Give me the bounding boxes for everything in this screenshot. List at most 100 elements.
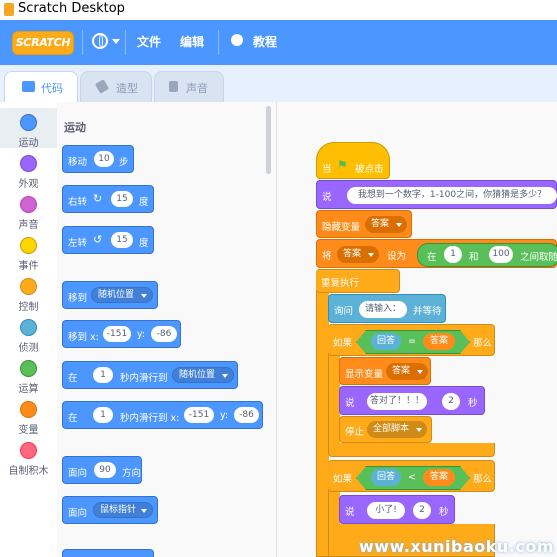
variable-reporter[interactable]: 答案 bbox=[423, 469, 455, 486]
script-ask-and-wait[interactable]: 询问 请输入： 并等待 bbox=[328, 294, 446, 323]
script-if-bottom[interactable] bbox=[328, 443, 495, 457]
script-if-answer-equals[interactable]: 如果 回答 = 答案 那么 bbox=[328, 324, 495, 356]
operator-random[interactable]: 在 1 和 100 之间取随 bbox=[417, 243, 557, 267]
sensing-dot-icon bbox=[20, 319, 37, 336]
answer-reporter[interactable]: 回答 bbox=[371, 333, 401, 350]
towards-dropdown[interactable]: 鼠标指针 bbox=[93, 502, 153, 518]
seconds-input[interactable]: 1 bbox=[93, 367, 113, 383]
category-sensing[interactable]: 侦测 bbox=[0, 313, 57, 354]
block-move-steps[interactable]: 移动 10 步 bbox=[62, 145, 134, 173]
palette-divider bbox=[276, 102, 277, 557]
random-from-input[interactable]: 1 bbox=[444, 246, 462, 263]
block-partial[interactable] bbox=[62, 549, 154, 557]
menu-file[interactable]: 文件 bbox=[137, 33, 161, 50]
window-title: Scratch Desktop bbox=[18, 1, 125, 16]
category-sound[interactable]: 声音 bbox=[0, 190, 57, 231]
script-forever[interactable]: 重复执行 bbox=[316, 269, 400, 293]
variables-dot-icon bbox=[20, 401, 37, 418]
editor-tabs: 代码 造型 声音 bbox=[0, 65, 557, 103]
script-say[interactable]: 说 我想到一个数字，1-100之间，你猜猜是多少？ bbox=[316, 180, 557, 209]
sound-dot-icon bbox=[20, 196, 37, 213]
operator-less-than[interactable]: 回答 < 答案 bbox=[356, 466, 470, 490]
palette-scrollbar[interactable] bbox=[266, 106, 271, 174]
motion-dot-icon bbox=[20, 114, 37, 131]
say-text-input[interactable]: 小了! bbox=[367, 502, 405, 519]
random-to-input[interactable]: 100 bbox=[489, 246, 513, 263]
control-dot-icon bbox=[20, 278, 37, 295]
tab-costumes[interactable]: 造型 bbox=[80, 71, 152, 102]
tab-code[interactable]: 代码 bbox=[4, 71, 78, 103]
block-glide-xy[interactable]: 在 1 秒内滑行到 x: -151 y: -86 bbox=[62, 401, 263, 429]
block-turn-right[interactable]: 右转 ↻ 15 度 bbox=[62, 185, 154, 213]
degrees-input[interactable]: 15 bbox=[111, 191, 133, 207]
myblocks-dot-icon bbox=[20, 442, 37, 459]
menu-divider bbox=[82, 30, 83, 55]
ask-text-input[interactable]: 请输入： bbox=[359, 301, 407, 318]
menu-edit[interactable]: 编辑 bbox=[180, 33, 204, 50]
script-hide-variable[interactable]: 隐藏变量 答案 bbox=[316, 210, 412, 238]
rotate-left-icon: ↺ bbox=[93, 233, 103, 246]
direction-input[interactable]: 90 bbox=[94, 462, 116, 478]
green-flag-icon: ⚑ bbox=[337, 158, 348, 172]
operator-equals[interactable]: 回答 = 答案 bbox=[356, 330, 470, 354]
degrees-input[interactable]: 15 bbox=[111, 232, 133, 248]
category-motion[interactable]: 运动 bbox=[0, 108, 57, 149]
variable-dropdown[interactable]: 答案 bbox=[386, 363, 428, 380]
tab-sounds[interactable]: 声音 bbox=[154, 71, 224, 102]
variable-dropdown[interactable]: 答案 bbox=[337, 246, 379, 263]
events-dot-icon bbox=[20, 237, 37, 254]
block-point-direction[interactable]: 面向 90 方向 bbox=[62, 456, 142, 484]
variable-dropdown[interactable]: 答案 bbox=[365, 216, 407, 233]
code-icon bbox=[22, 81, 35, 92]
speaker-icon bbox=[169, 81, 178, 92]
y-input[interactable]: -86 bbox=[234, 407, 259, 423]
script-stop[interactable]: 停止 全部脚本 bbox=[339, 416, 432, 443]
rotate-right-icon: ↻ bbox=[93, 192, 103, 205]
block-goto-xy[interactable]: 移到 x: -151 y: -86 bbox=[62, 320, 181, 348]
script-say-for-secs[interactable]: 说 答对了！！！ 2 秒 bbox=[339, 386, 485, 415]
goto-target-dropdown[interactable]: 随机位置 bbox=[91, 287, 153, 303]
script-set-variable[interactable]: 将 答案 设为 在 1 和 100 之间取随 bbox=[316, 239, 557, 268]
x-input[interactable]: -151 bbox=[184, 407, 214, 423]
block-glide-to[interactable]: 在 1 秒内滑行到 随机位置 bbox=[62, 361, 238, 389]
variable-reporter[interactable]: 答案 bbox=[423, 333, 455, 350]
chevron-down-icon[interactable] bbox=[112, 39, 120, 44]
script-say-for-secs[interactable]: 说 小了! 2 秒 bbox=[339, 495, 455, 524]
script-show-variable[interactable]: 显示变量 答案 bbox=[339, 357, 431, 385]
brush-icon bbox=[94, 79, 110, 94]
seconds-input[interactable]: 2 bbox=[442, 393, 460, 410]
seconds-input[interactable]: 2 bbox=[413, 502, 431, 519]
category-variables[interactable]: 变量 bbox=[0, 395, 57, 436]
scratch-app-icon bbox=[4, 3, 14, 16]
block-goto[interactable]: 移到 随机位置 bbox=[62, 281, 158, 309]
block-turn-left[interactable]: 左转 ↺ 15 度 bbox=[62, 226, 154, 254]
lightbulb-icon[interactable] bbox=[231, 34, 243, 46]
category-events[interactable]: 事件 bbox=[0, 231, 57, 272]
script-if-answer-less[interactable]: 如果 回答 < 答案 那么 bbox=[328, 460, 495, 492]
script-when-flag-clicked[interactable]: 当 ⚑ 被点击 bbox=[316, 142, 390, 179]
glide-target-dropdown[interactable]: 随机位置 bbox=[172, 367, 234, 383]
window-titlebar: Scratch Desktop bbox=[0, 0, 557, 20]
globe-icon[interactable] bbox=[92, 33, 108, 49]
menu-tutorials[interactable]: 教程 bbox=[253, 33, 277, 50]
say-text-input[interactable]: 答对了！！！ bbox=[367, 393, 427, 410]
answer-reporter[interactable]: 回答 bbox=[371, 469, 401, 486]
looks-dot-icon bbox=[20, 155, 37, 172]
watermark: www.xunibaoku.com bbox=[359, 537, 554, 556]
category-my-blocks[interactable]: 自制积木 bbox=[0, 436, 57, 477]
scratch-logo[interactable]: SCRATCH bbox=[12, 31, 74, 55]
category-control[interactable]: 控制 bbox=[0, 272, 57, 313]
category-looks[interactable]: 外观 bbox=[0, 149, 57, 190]
y-input[interactable]: -86 bbox=[151, 326, 177, 342]
x-input[interactable]: -151 bbox=[103, 326, 131, 342]
block-point-towards[interactable]: 面向 鼠标指针 bbox=[62, 496, 158, 524]
say-text-input[interactable]: 我想到一个数字，1-100之间，你猜猜是多少？ bbox=[347, 187, 557, 204]
seconds-input[interactable]: 1 bbox=[93, 407, 113, 423]
category-operators[interactable]: 运算 bbox=[0, 354, 57, 395]
category-menu: 运动 外观 声音 事件 控制 侦测 运算 变量 自制积木 bbox=[0, 102, 58, 557]
steps-input[interactable]: 10 bbox=[94, 151, 114, 167]
stop-option-dropdown[interactable]: 全部脚本 bbox=[367, 421, 427, 438]
menu-divider bbox=[125, 30, 126, 55]
menu-divider bbox=[218, 30, 219, 55]
menubar: SCRATCH 文件 编辑 教程 bbox=[0, 20, 557, 65]
